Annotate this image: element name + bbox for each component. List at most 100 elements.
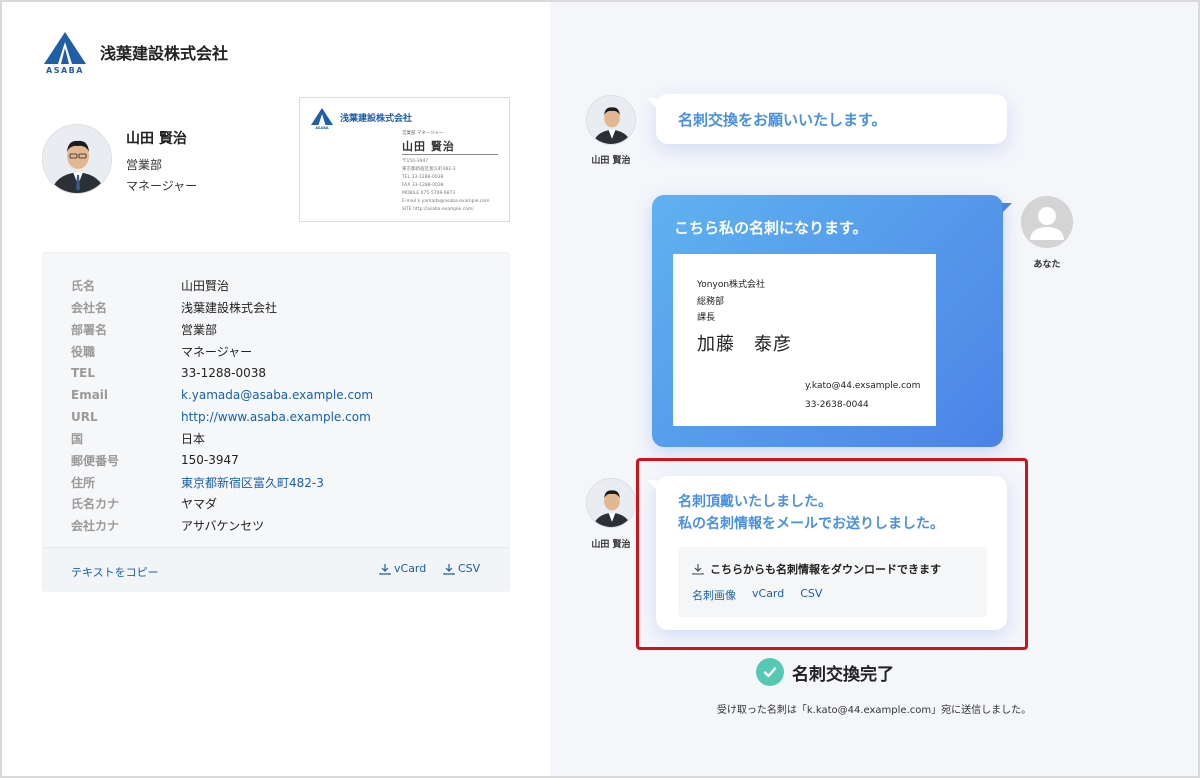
my-card-department: 総務部	[697, 297, 725, 307]
card-detail-line: MOBILE 075-5708-6873	[402, 191, 456, 196]
download-vcard-link[interactable]: vCard	[752, 587, 784, 603]
my-card-title: 課長	[697, 313, 716, 323]
card-detail-line: FAX 33-1288-0038	[402, 183, 444, 188]
info-row-name: 氏名 山田賢治	[71, 275, 373, 297]
info-value: 150-3947	[181, 453, 239, 468]
profile-name: 山田 賢治	[126, 131, 187, 147]
info-label: 国	[71, 431, 84, 446]
url-link[interactable]: http://www.asaba.example.com	[181, 410, 371, 424]
info-row-company-kana: 会社カナ アサバケンセツ	[71, 515, 373, 537]
info-label: 会社名	[71, 301, 108, 316]
info-row-address: 住所 東京都新宿区富久町482-3	[71, 471, 373, 493]
sender-name: 山田 賢治	[591, 540, 631, 550]
info-value: 山田賢治	[181, 279, 230, 294]
download-csv-link[interactable]: CSV	[800, 587, 822, 603]
completion-message: 受け取った名刺は「k.kato@44.example.com」宛に送信しました。	[716, 705, 1032, 716]
download-box: こちらからも名刺情報をダウンロードできます 名刺画像 vCard CSV	[678, 547, 987, 617]
info-value: 33-1288-0038	[181, 366, 267, 381]
message-bubble-request: 名刺交換をお願いいたします。	[647, 94, 1007, 144]
download-icon	[379, 563, 391, 575]
my-card-name: 加藤 泰彦	[697, 334, 792, 355]
info-label: URL	[71, 409, 98, 424]
info-value: 日本	[181, 431, 206, 446]
info-row-company: 会社名 浅葉建設株式会社	[71, 297, 373, 319]
download-icon	[443, 563, 455, 575]
info-value: ヤマダ	[181, 497, 218, 512]
card-logo-icon: ASABA	[310, 107, 334, 133]
contact-info-list: 氏名 山田賢治 会社名 浅葉建設株式会社 部署名 営業部 役職 マネージャー TEL 33…	[71, 275, 373, 537]
profile-department: 営業部	[126, 158, 163, 172]
info-row-email: Email k.yamada@asaba.example.com	[71, 384, 373, 406]
info-value: マネージャー	[181, 344, 253, 359]
card-name: 山田 賢治	[402, 140, 455, 153]
my-card-email: y.kato@44.exsample.com	[805, 381, 921, 391]
message-bubble-my-card: こちら私の名刺になります。 Yonyon株式会社 総務部 課長 加藤 泰彦 y.…	[652, 195, 1012, 447]
info-row-postal: 郵便番号 150-3947	[71, 449, 373, 471]
svg-text:ASABA: ASABA	[315, 126, 329, 129]
bubble-tail	[647, 98, 657, 108]
my-card-tel: 33-2638-0044	[805, 400, 869, 410]
info-value: 浅葉建設株式会社	[181, 301, 278, 316]
business-card-thumbnail[interactable]: ASABA 浅葉建設株式会社 営業部 マネージャー 山田 賢治 〒150-394…	[299, 97, 510, 222]
message-text: こちら私の名刺になります。	[674, 219, 868, 237]
info-row-url: URL http://www.asaba.example.com	[71, 406, 373, 428]
info-label: 氏名	[71, 279, 96, 294]
sender-avatar	[586, 95, 636, 145]
message-text: 私の名刺情報をメールでお送りしました。	[678, 516, 944, 532]
info-row-position: 役職 マネージャー	[71, 340, 373, 362]
info-row-department: 部署名 営業部	[71, 319, 373, 341]
csv-download-button[interactable]: CSV	[443, 562, 480, 575]
completion-title: 名刺交換完了	[792, 664, 894, 685]
download-icon	[692, 564, 704, 575]
my-business-card[interactable]: Yonyon株式会社 総務部 課長 加藤 泰彦 y.kato@44.exsamp…	[673, 254, 936, 426]
info-label: 氏名カナ	[71, 497, 120, 512]
user-label: あなた	[1033, 260, 1061, 270]
info-row-name-kana: 氏名カナ ヤマダ	[71, 493, 373, 515]
card-company: 浅葉建設株式会社	[340, 114, 413, 124]
sender-name: 山田 賢治	[591, 156, 631, 166]
bubble-tail	[647, 480, 657, 490]
address-link[interactable]: 東京都新宿区富久町482-3	[181, 474, 324, 491]
vcard-download-button[interactable]: vCard	[379, 562, 426, 575]
contact-info-box: 氏名 山田賢治 会社名 浅葉建設株式会社 部署名 営業部 役職 マネージャー TEL 33…	[42, 252, 510, 592]
card-dept: 営業部 マネージャー	[402, 131, 444, 136]
completion-status: 名刺交換完了	[756, 658, 894, 686]
card-detail-line: E-mail k.yamada@asaba.example.com	[402, 199, 490, 204]
copy-text-button[interactable]: テキストをコピー	[71, 564, 159, 580]
person-photo-icon	[42, 124, 112, 194]
info-label: 会社カナ	[71, 519, 120, 534]
info-value: 営業部	[181, 322, 218, 337]
message-bubble-received: 名刺頂戴いたしました。 私の名刺情報をメールでお送りしました。 こちらからも名刺…	[647, 476, 1007, 630]
info-row-tel: TEL 33-1288-0038	[71, 362, 373, 384]
download-heading: こちらからも名刺情報をダウンロードできます	[692, 561, 941, 577]
info-label: 役職	[71, 344, 96, 359]
profile-panel: ASABA 浅葉建設株式会社 山田 賢治 営業部 マネージャー ASABA 浅葉…	[2, 2, 550, 776]
vcard-label: vCard	[394, 562, 427, 575]
logo-text: ASABA	[46, 66, 84, 75]
info-label: TEL	[71, 366, 96, 381]
message-text: 名刺交換をお願いいたします。	[678, 111, 887, 129]
card-detail-line: SITE http://asaba.example.com/	[402, 207, 474, 212]
card-details: 〒150-3947 東京都新宿区富久町482-3 TEL 33-1288-003…	[402, 158, 490, 214]
card-detail-line: TEL 33-1288-0038	[402, 175, 444, 180]
bubble-tail	[1002, 203, 1012, 213]
profile-position: マネージャー	[126, 179, 198, 193]
asaba-logo: ASABA	[42, 30, 88, 78]
profile-summary: 山田 賢治 営業部 マネージャー	[42, 124, 197, 194]
card-divider	[402, 154, 498, 155]
info-row-country: 国 日本	[71, 428, 373, 450]
chat-panel: 山田 賢治 名刺交換をお願いいたします。 こちら私の名刺になります。 Yonyo…	[550, 2, 1198, 776]
info-actions: テキストをコピー vCard CSV	[43, 547, 509, 592]
email-link[interactable]: k.yamada@asaba.example.com	[181, 388, 373, 402]
user-avatar-icon	[1021, 196, 1073, 248]
check-icon	[756, 658, 784, 686]
brand-header: ASABA 浅葉建設株式会社	[42, 30, 228, 78]
download-card-image-link[interactable]: 名刺画像	[692, 587, 736, 603]
download-heading-text: こちらからも名刺情報をダウンロードできます	[710, 563, 941, 576]
my-card-company: Yonyon株式会社	[697, 280, 766, 290]
message-text: 名刺頂戴いたしました。	[678, 494, 832, 510]
csv-label: CSV	[458, 562, 481, 575]
sender-avatar	[586, 478, 636, 528]
card-detail-line: 東京都新宿区富久町482-3	[402, 167, 456, 172]
info-label: 郵便番号	[71, 453, 120, 468]
